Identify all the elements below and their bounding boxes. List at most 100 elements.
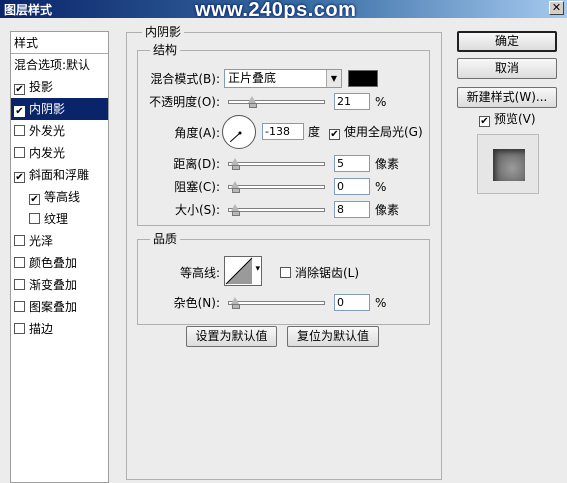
opacity-slider[interactable] bbox=[228, 96, 325, 108]
quality-title: 品质 bbox=[150, 232, 181, 246]
distance-slider-thumb[interactable] bbox=[231, 158, 240, 170]
style-checkbox-icon[interactable]: ✔ bbox=[29, 194, 40, 205]
anti-alias-check-icon bbox=[280, 267, 291, 278]
size-label: 大小(S): bbox=[174, 203, 220, 217]
distance-slider[interactable] bbox=[228, 158, 325, 170]
inner-shadow-title: 内阴影 bbox=[142, 25, 185, 39]
angle-label: 角度(A): bbox=[174, 126, 220, 140]
style-list-label: 内阴影 bbox=[29, 102, 66, 116]
style-checkbox-icon[interactable] bbox=[14, 147, 25, 158]
noise-unit: % bbox=[375, 296, 387, 310]
angle-input[interactable]: -138 bbox=[262, 123, 304, 140]
preview-check-icon: ✔ bbox=[479, 116, 490, 127]
style-list-item[interactable]: 纹理 bbox=[11, 208, 108, 230]
global-light-label: 使用全局光(G) bbox=[344, 125, 423, 139]
angle-dial[interactable] bbox=[222, 115, 256, 149]
style-checkbox-icon[interactable]: ✔ bbox=[14, 84, 25, 95]
reset-default-button[interactable]: 复位为默认值 bbox=[287, 326, 379, 347]
choke-slider[interactable] bbox=[228, 181, 325, 193]
new-style-button[interactable]: 新建样式(W)... bbox=[457, 87, 557, 108]
style-list-item[interactable]: 混合选项:默认 bbox=[11, 54, 108, 76]
style-list-label: 渐变叠加 bbox=[29, 278, 78, 292]
style-list-item[interactable]: ✔ 等高线 bbox=[11, 186, 108, 208]
choke-unit: % bbox=[375, 180, 387, 194]
style-list-label: 光泽 bbox=[29, 234, 54, 248]
style-list-item[interactable]: 图案叠加 bbox=[11, 296, 108, 318]
contour-picker[interactable]: ▾ bbox=[224, 256, 262, 286]
shadow-color-swatch[interactable] bbox=[348, 70, 378, 87]
global-light-checkbox[interactable]: ✔ 使用全局光(G) bbox=[329, 124, 423, 140]
noise-slider-thumb[interactable] bbox=[231, 297, 240, 309]
opacity-label: 不透明度(O): bbox=[149, 95, 220, 109]
preview-label: 预览(V) bbox=[494, 112, 536, 126]
style-list-item[interactable]: 光泽 bbox=[11, 230, 108, 252]
blend-mode-select[interactable]: 正片叠底 ▼ bbox=[224, 69, 342, 88]
noise-slider[interactable] bbox=[228, 297, 325, 309]
make-default-button[interactable]: 设置为默认值 bbox=[186, 326, 277, 347]
size-slider[interactable] bbox=[228, 204, 325, 216]
style-checkbox-icon[interactable]: ✔ bbox=[14, 106, 25, 117]
distance-label: 距离(D): bbox=[173, 157, 220, 171]
cancel-button[interactable]: 取消 bbox=[457, 58, 557, 79]
choke-slider-thumb[interactable] bbox=[231, 181, 240, 193]
size-unit: 像素 bbox=[375, 203, 400, 217]
style-checkbox-icon[interactable] bbox=[29, 213, 40, 224]
style-list-item[interactable]: 渐变叠加 bbox=[11, 274, 108, 296]
opacity-unit: % bbox=[375, 95, 387, 109]
global-light-check-icon: ✔ bbox=[329, 129, 340, 140]
noise-label: 杂色(N): bbox=[173, 296, 220, 310]
style-list-item[interactable]: 颜色叠加 bbox=[11, 252, 108, 274]
noise-input[interactable]: 0 bbox=[334, 294, 370, 311]
title-bar: 图层样式 www.240ps.com ✕ bbox=[0, 0, 567, 21]
choke-label: 阻塞(C): bbox=[174, 180, 220, 194]
chevron-down-icon: ▼ bbox=[326, 70, 341, 87]
style-list-label: 描边 bbox=[29, 322, 54, 336]
style-list-label: 纹理 bbox=[44, 212, 69, 226]
opacity-slider-thumb[interactable] bbox=[248, 96, 257, 108]
size-input[interactable]: 8 bbox=[334, 201, 370, 218]
style-list-label: 外发光 bbox=[29, 124, 66, 138]
preview-checkbox[interactable]: ✔ 预览(V) bbox=[479, 111, 536, 127]
distance-unit: 像素 bbox=[375, 157, 400, 171]
style-list-item[interactable]: 描边 bbox=[11, 318, 108, 340]
style-list-label: 颜色叠加 bbox=[29, 256, 78, 270]
distance-input[interactable]: 5 bbox=[334, 155, 370, 172]
choke-input[interactable]: 0 bbox=[334, 178, 370, 195]
style-checkbox-icon[interactable] bbox=[14, 125, 25, 136]
close-button[interactable]: ✕ bbox=[549, 1, 564, 15]
style-checkbox-icon[interactable] bbox=[14, 279, 25, 290]
style-checkbox-icon[interactable]: ✔ bbox=[14, 172, 25, 183]
styles-list: 样式 混合选项:默认 ✔ 投影 ✔ 内阴影 外发光 内发光 ✔ 斜面和浮雕 ✔ 等高线 纹理 光泽 颜色叠… bbox=[10, 31, 109, 483]
preview-swatch bbox=[493, 149, 525, 181]
blend-mode-value: 正片叠底 bbox=[228, 71, 277, 85]
window-title: 图层样式 bbox=[4, 3, 53, 17]
angle-unit: 度 bbox=[308, 125, 321, 139]
quality-group bbox=[137, 239, 430, 325]
style-list-item[interactable]: 内发光 bbox=[11, 142, 108, 164]
style-list-label: 等高线 bbox=[44, 190, 81, 204]
style-list-label: 混合选项:默认 bbox=[14, 58, 91, 72]
style-list-label: 投影 bbox=[29, 80, 54, 94]
structure-title: 结构 bbox=[150, 43, 181, 57]
contour-dropdown-icon: ▾ bbox=[255, 264, 260, 274]
style-list-item[interactable]: ✔ 斜面和浮雕 bbox=[11, 164, 108, 186]
size-slider-thumb[interactable] bbox=[231, 204, 240, 216]
anti-alias-label: 消除锯齿(L) bbox=[295, 266, 360, 280]
style-list-label: 内发光 bbox=[29, 146, 66, 160]
contour-curve-icon bbox=[225, 257, 253, 285]
style-checkbox-icon[interactable] bbox=[14, 323, 25, 334]
style-preview bbox=[477, 134, 539, 194]
style-list-item[interactable]: ✔ 内阴影 bbox=[11, 98, 108, 120]
ok-button[interactable]: 确定 bbox=[457, 31, 557, 52]
opacity-input[interactable]: 21 bbox=[334, 93, 370, 110]
anti-alias-checkbox[interactable]: 消除锯齿(L) bbox=[280, 265, 359, 281]
blend-mode-label: 混合模式(B): bbox=[150, 72, 220, 86]
style-list-item[interactable]: 外发光 bbox=[11, 120, 108, 142]
style-checkbox-icon[interactable] bbox=[14, 301, 25, 312]
styles-list-header[interactable]: 样式 bbox=[11, 32, 108, 54]
contour-label: 等高线: bbox=[179, 266, 220, 280]
style-checkbox-icon[interactable] bbox=[14, 235, 25, 246]
style-checkbox-icon[interactable] bbox=[14, 257, 25, 268]
style-list-item[interactable]: ✔ 投影 bbox=[11, 76, 108, 98]
dialog-body: 样式 混合选项:默认 ✔ 投影 ✔ 内阴影 外发光 内发光 ✔ 斜面和浮雕 ✔ 等高线 纹理 光泽 颜色叠… bbox=[0, 18, 567, 483]
